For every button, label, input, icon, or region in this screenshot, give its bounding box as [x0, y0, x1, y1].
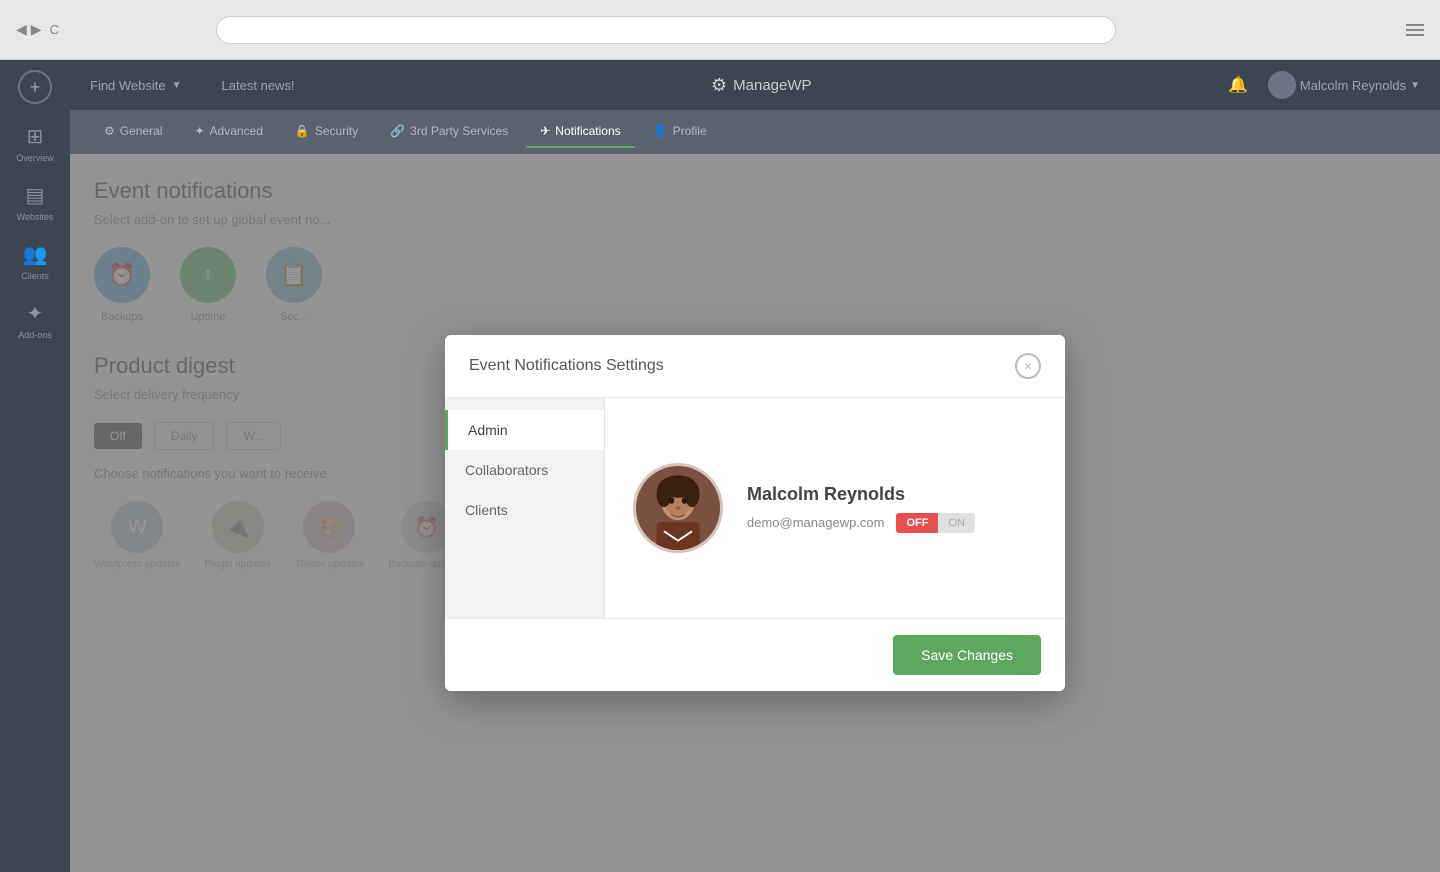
main-content: Find Website ▼ Latest news! ⚙ ManageWP 🔔…: [70, 60, 1440, 872]
modal-nav-admin-label: Admin: [468, 422, 508, 438]
security-icon: 🔒: [295, 124, 310, 138]
latest-news-label: Latest news!: [222, 78, 295, 93]
notification-toggle[interactable]: OFF ON: [896, 513, 975, 533]
save-changes-button[interactable]: Save Changes: [893, 635, 1041, 675]
sidebar-clients-label: Clients: [21, 271, 49, 281]
nav-back[interactable]: ◀: [16, 21, 27, 38]
tab-security-label: Security: [315, 124, 358, 138]
nav-forward[interactable]: ▶: [31, 21, 42, 38]
modal-main-content: Malcolm Reynolds demo@managewp.com OFF O…: [605, 398, 1065, 618]
modal-title: Event Notifications Settings: [469, 357, 664, 375]
address-bar[interactable]: [216, 16, 1116, 44]
managewp-logo: ⚙ ManageWP: [711, 75, 812, 96]
general-icon: ⚙: [104, 124, 115, 138]
advanced-icon: ✦: [194, 124, 204, 138]
nav-arrows: ◀ ▶: [16, 21, 42, 38]
user-name: Malcolm Reynolds: [747, 484, 1037, 505]
clients-icon: 👥: [23, 242, 48, 267]
sidebar-item-clients[interactable]: 👥 Clients: [0, 234, 70, 289]
close-icon: ×: [1024, 358, 1032, 374]
modal-nav-clients[interactable]: Clients: [445, 490, 604, 530]
user-info: Malcolm Reynolds demo@managewp.com OFF O…: [747, 484, 1037, 533]
top-bar: Find Website ▼ Latest news! ⚙ ManageWP 🔔…: [70, 60, 1440, 110]
modal-close-button[interactable]: ×: [1015, 353, 1041, 379]
tabs-bar: ⚙ General ✦ Advanced 🔒 Security 🔗 3rd Pa…: [70, 110, 1440, 154]
browser-chrome: ◀ ▶ C: [0, 0, 1440, 60]
user-avatar: [633, 463, 723, 553]
logo-text: ManageWP: [733, 77, 811, 94]
notification-bell-icon[interactable]: 🔔: [1228, 75, 1248, 95]
tab-3rd-party-label: 3rd Party Services: [410, 124, 508, 138]
overview-icon: ⊞: [27, 124, 44, 149]
modal-nav-collaborators[interactable]: Collaborators: [445, 450, 604, 490]
app-container: + ⊞ Overview ▤ Websites 👥 Clients ✦ Add-…: [0, 60, 1440, 872]
modal-overlay: Event Notifications Settings × Admin: [70, 154, 1440, 872]
tab-3rd-party[interactable]: 🔗 3rd Party Services: [376, 116, 522, 148]
modal-body: Admin Collaborators Clients: [445, 398, 1065, 618]
dropdown-arrow-icon: ▼: [172, 80, 182, 91]
event-notifications-modal: Event Notifications Settings × Admin: [445, 335, 1065, 691]
sidebar-item-addons[interactable]: ✦ Add-ons: [0, 293, 70, 348]
tab-security[interactable]: 🔒 Security: [281, 116, 372, 148]
tab-advanced-label: Advanced: [210, 124, 263, 138]
add-button[interactable]: +: [18, 70, 52, 104]
hamburger-menu[interactable]: [1406, 24, 1424, 36]
addons-icon: ✦: [27, 301, 44, 326]
logo-icon: ⚙: [711, 75, 727, 96]
modal-nav-collaborators-label: Collaborators: [465, 462, 548, 478]
modal-nav-clients-label: Clients: [465, 502, 508, 518]
modal-header: Event Notifications Settings ×: [445, 335, 1065, 398]
profile-icon: 👤: [653, 124, 668, 138]
sidebar-item-overview[interactable]: ⊞ Overview: [0, 116, 70, 171]
user-avatar-small: [1268, 71, 1296, 99]
sidebar-overview-label: Overview: [16, 153, 54, 163]
tab-general[interactable]: ⚙ General: [90, 116, 176, 148]
find-website-label: Find Website: [90, 78, 166, 93]
modal-sidebar-nav: Admin Collaborators Clients: [445, 398, 605, 618]
notifications-icon: ✈: [540, 124, 550, 138]
tab-notifications-label: Notifications: [555, 124, 620, 138]
sidebar: + ⊞ Overview ▤ Websites 👥 Clients ✦ Add-…: [0, 60, 70, 872]
toggle-off-label: OFF: [896, 513, 938, 533]
tab-profile[interactable]: 👤 Profile: [639, 116, 721, 148]
tab-advanced[interactable]: ✦ Advanced: [180, 116, 276, 148]
modal-nav-admin[interactable]: Admin: [445, 410, 604, 450]
sidebar-websites-label: Websites: [17, 212, 54, 222]
find-website-dropdown[interactable]: Find Website ▼: [90, 78, 182, 93]
user-menu-arrow-icon: ▼: [1410, 80, 1420, 91]
sidebar-addons-label: Add-ons: [18, 330, 52, 340]
user-name-label: Malcolm Reynolds: [1300, 78, 1406, 93]
user-menu[interactable]: Malcolm Reynolds ▼: [1268, 71, 1420, 99]
websites-icon: ▤: [26, 183, 45, 208]
tab-notifications[interactable]: ✈ Notifications: [526, 116, 634, 148]
user-email: demo@managewp.com: [747, 515, 884, 530]
toggle-on-label: ON: [938, 513, 975, 533]
sidebar-item-websites[interactable]: ▤ Websites: [0, 175, 70, 230]
user-email-row: demo@managewp.com OFF ON: [747, 513, 1037, 533]
tab-general-label: General: [120, 124, 163, 138]
tab-profile-label: Profile: [673, 124, 707, 138]
modal-footer: Save Changes: [445, 618, 1065, 691]
page-content: Event notifications Select add-on to set…: [70, 154, 1440, 872]
refresh-button[interactable]: C: [50, 22, 59, 37]
3rd-party-icon: 🔗: [390, 124, 405, 138]
user-avatar-img: [636, 466, 720, 550]
